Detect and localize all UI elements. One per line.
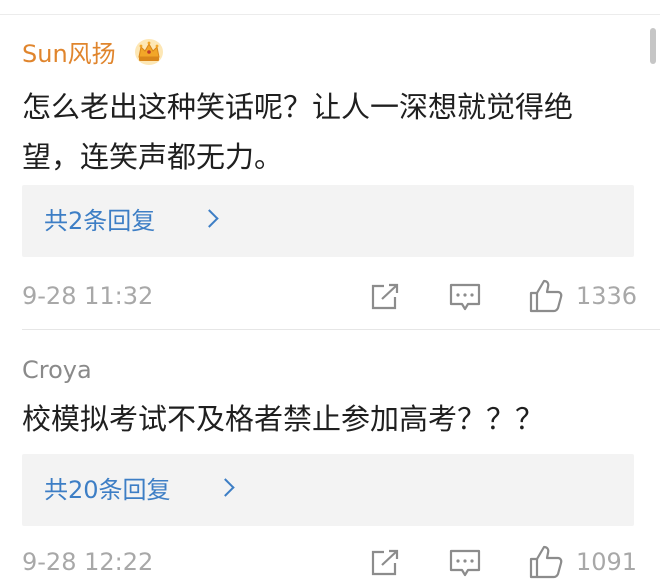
like-count: 1091 bbox=[576, 548, 638, 576]
comment-username[interactable]: Croya bbox=[22, 352, 92, 388]
comment-icon[interactable] bbox=[448, 282, 482, 312]
comment-actions: 9-28 12:22 1091 bbox=[0, 542, 660, 582]
thumbs-up-icon[interactable] bbox=[528, 544, 564, 580]
comment-username[interactable]: Sun风扬 bbox=[22, 36, 116, 72]
comment-text: 怎么老出这种笑话呢？让人一深想就觉得绝望，连笑声都无力。 bbox=[22, 90, 574, 174]
replies-label: 共20条回复 bbox=[44, 476, 171, 504]
share-icon[interactable] bbox=[368, 282, 402, 312]
replies-button[interactable]: 共2条回复 bbox=[22, 185, 634, 257]
comment-icon[interactable] bbox=[448, 548, 482, 578]
share-icon[interactable] bbox=[368, 548, 402, 578]
replies-label: 共2条回复 bbox=[44, 207, 156, 235]
comment-divider bbox=[22, 329, 660, 330]
comment-actions: 9-28 11:32 1336 bbox=[0, 276, 660, 316]
scrollbar[interactable] bbox=[650, 28, 656, 64]
like-count: 1336 bbox=[576, 282, 638, 310]
chevron-right-icon bbox=[216, 478, 235, 497]
top-divider bbox=[0, 14, 660, 15]
chevron-right-icon bbox=[200, 209, 219, 228]
vip-crown-icon bbox=[135, 39, 163, 65]
comment-time: 9-28 11:32 bbox=[22, 282, 154, 310]
comment-time: 9-28 12:22 bbox=[22, 548, 154, 576]
thumbs-up-icon[interactable] bbox=[528, 278, 564, 314]
replies-button[interactable]: 共20条回复 bbox=[22, 454, 634, 526]
comment-text: 校模拟考试不及格者禁止参加高考？？？ bbox=[22, 402, 545, 436]
